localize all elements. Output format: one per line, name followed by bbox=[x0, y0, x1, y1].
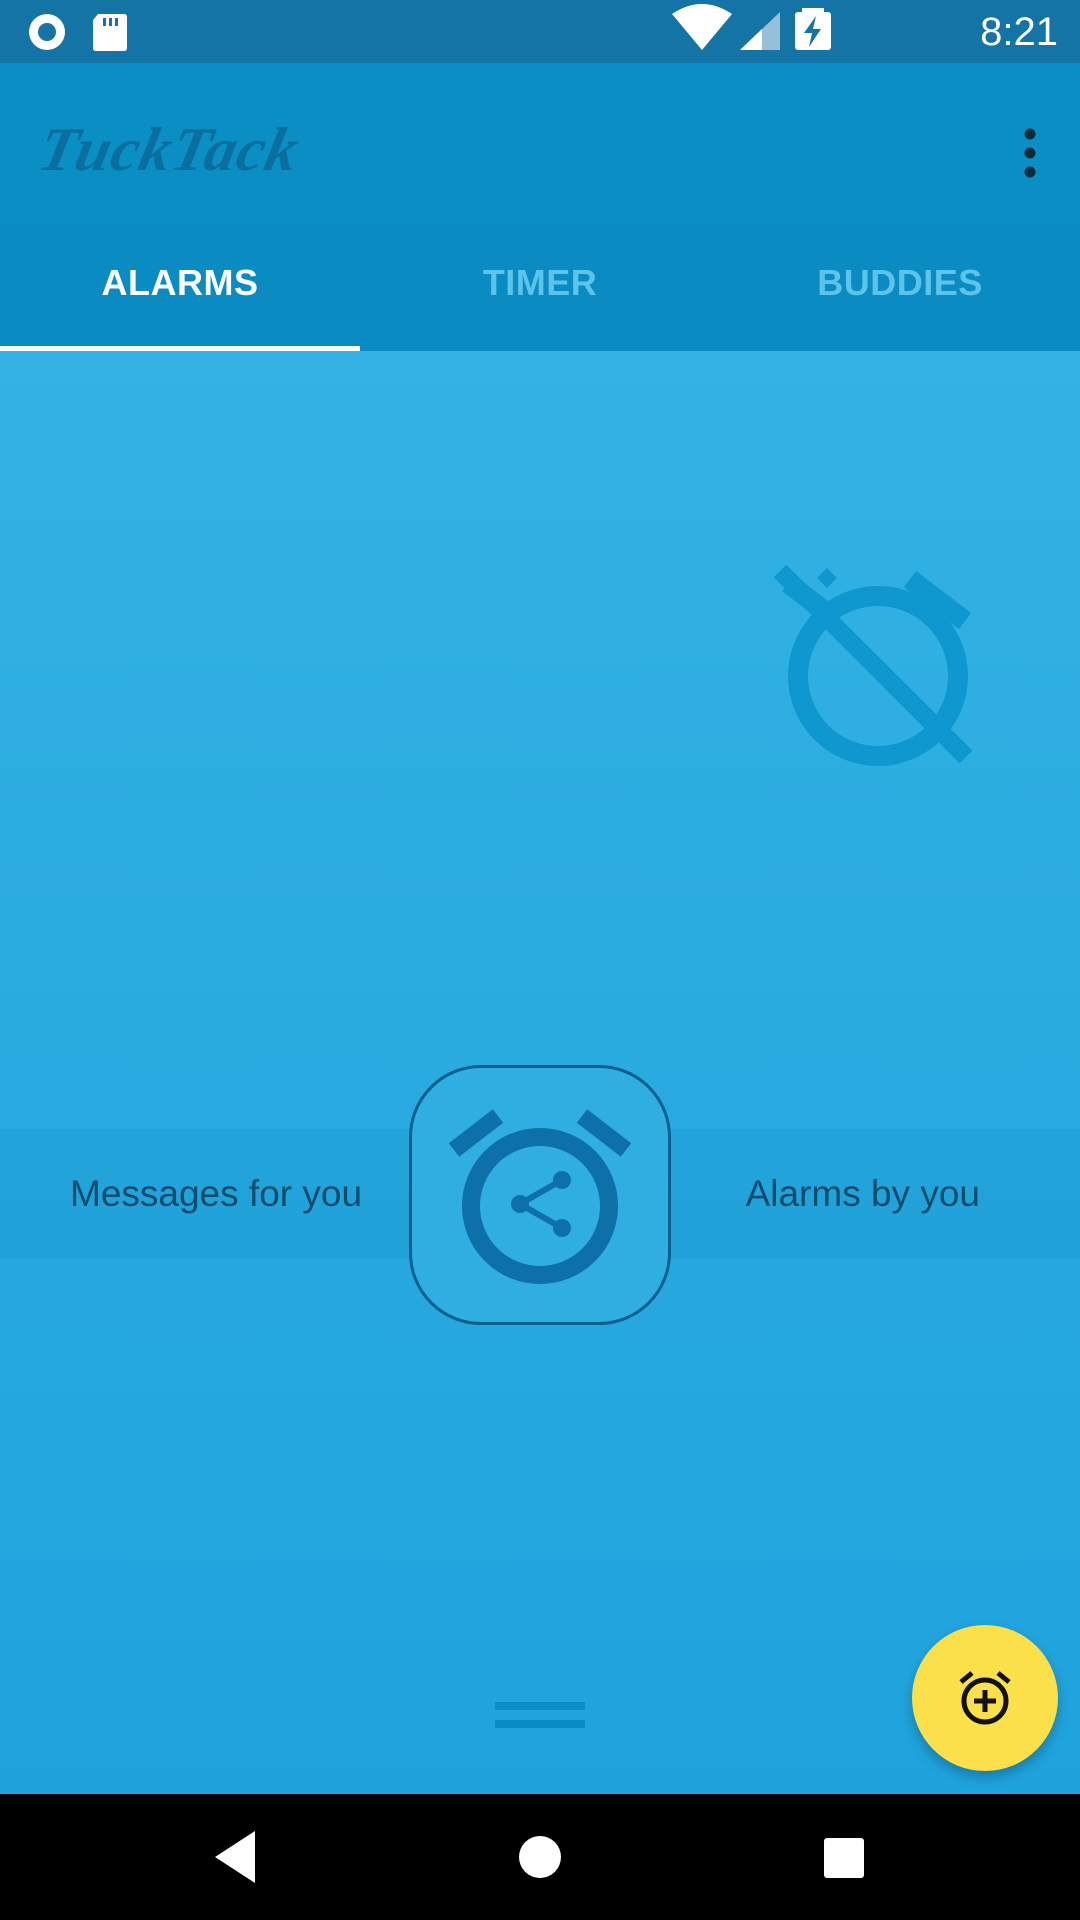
alarms-content: Messages for you Alarms by you bbox=[0, 351, 1080, 1794]
tab-timer-label: TIMER bbox=[482, 261, 598, 303]
tab-alarms[interactable]: ALARMS bbox=[0, 224, 360, 351]
wifi-icon bbox=[672, 4, 732, 50]
recents-icon[interactable] bbox=[813, 1827, 873, 1887]
status-left-icons bbox=[26, 12, 146, 52]
home-icon[interactable] bbox=[510, 1827, 570, 1887]
status-bar: 8:21 bbox=[0, 0, 1080, 63]
app-logo-text: TuckTack bbox=[32, 116, 306, 184]
alarm-share-icon bbox=[448, 1109, 632, 1284]
battery-charging-icon bbox=[795, 8, 831, 50]
add-alarm-button[interactable] bbox=[912, 1625, 1058, 1771]
tab-alarms-label: ALARMS bbox=[101, 261, 259, 303]
overflow-menu-button[interactable] bbox=[1000, 108, 1060, 198]
alarm-off-icon bbox=[770, 564, 973, 766]
drag-handle-icon[interactable] bbox=[495, 1702, 585, 1738]
more-vert-icon bbox=[1024, 128, 1036, 178]
tab-timer[interactable]: TIMER bbox=[360, 224, 720, 351]
tab-buddies-label: BUDDIES bbox=[817, 261, 983, 303]
tab-bar: ALARMS TIMER BUDDIES bbox=[0, 224, 1080, 351]
alarms-by-you-label[interactable]: Alarms by you bbox=[746, 1159, 980, 1229]
alarm-share-button[interactable] bbox=[409, 1065, 671, 1325]
navigation-bar bbox=[0, 1794, 1080, 1920]
screen: 8:21 TuckTack ALARMS TIMER BUDDIES Messa… bbox=[0, 0, 1080, 1920]
signal-icon bbox=[740, 12, 780, 50]
sd-card-icon bbox=[93, 14, 127, 51]
tab-buddies[interactable]: BUDDIES bbox=[720, 224, 1080, 351]
app-logo: TuckTack bbox=[33, 115, 410, 215]
status-time: 8:21 bbox=[980, 10, 1058, 54]
messages-for-you-label[interactable]: Messages for you bbox=[70, 1159, 362, 1229]
back-icon[interactable] bbox=[207, 1827, 267, 1887]
record-icon bbox=[29, 14, 65, 50]
alarm-add-icon bbox=[959, 1671, 1011, 1725]
